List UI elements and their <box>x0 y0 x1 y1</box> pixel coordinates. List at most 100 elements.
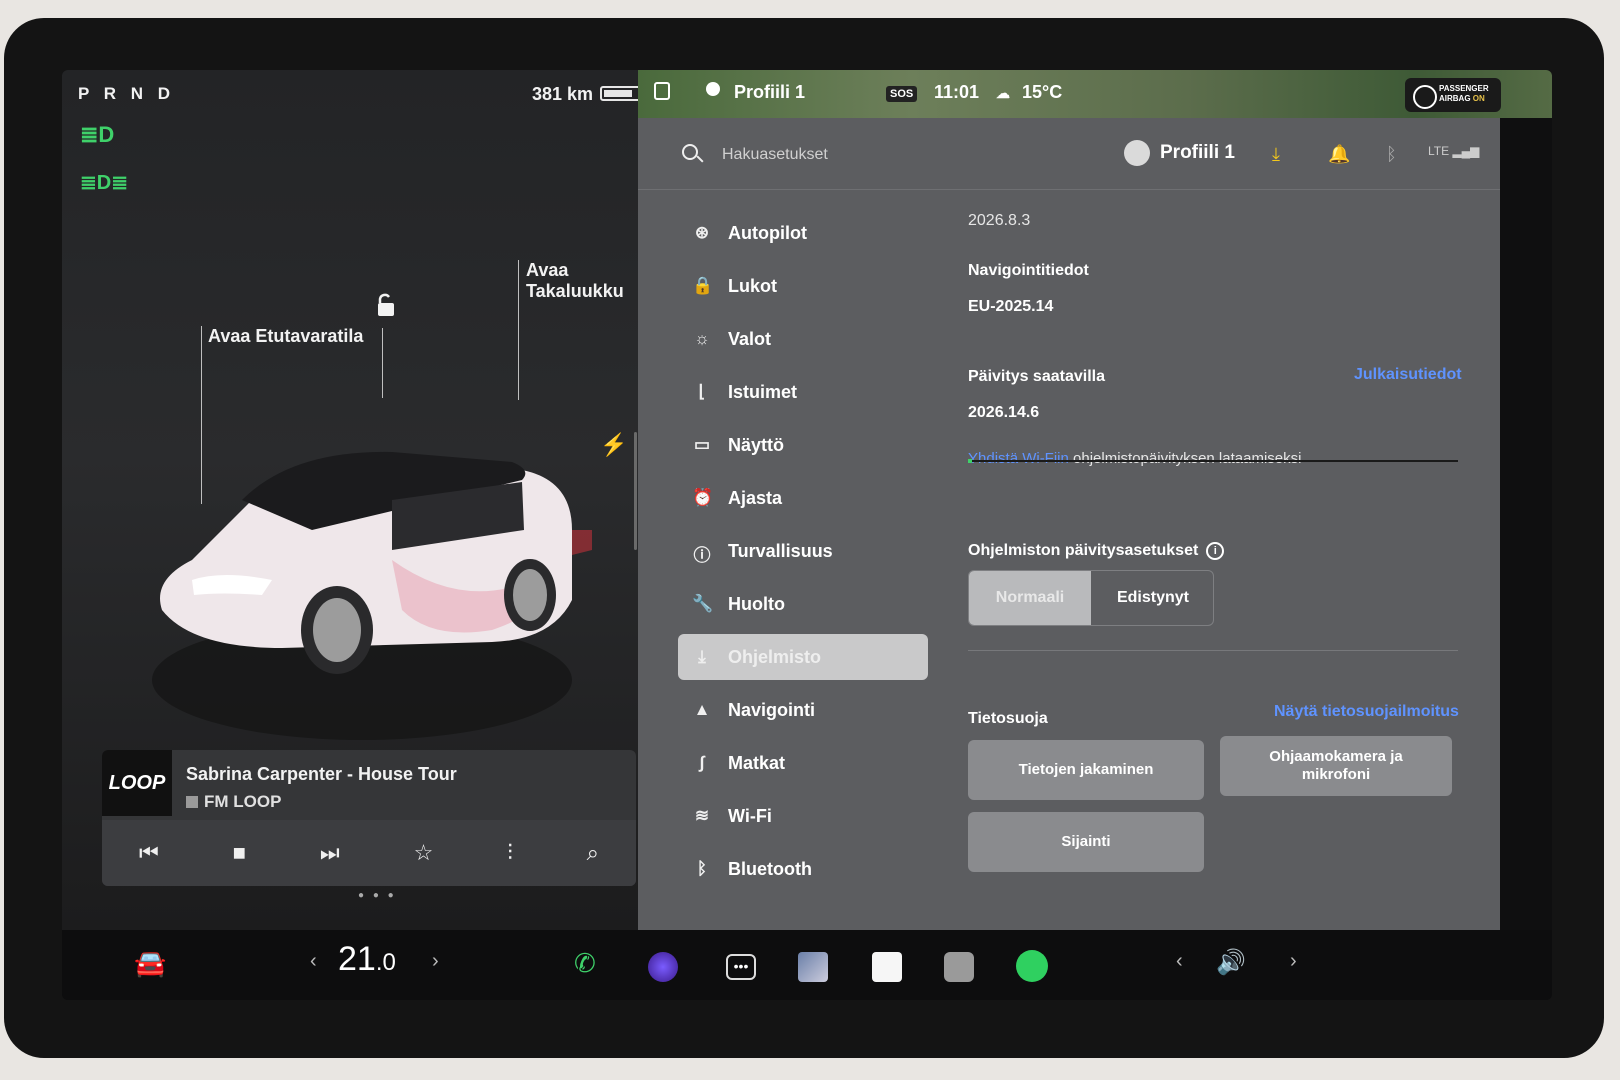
bluetooth-status-icon[interactable]: ᛒ <box>1386 144 1397 165</box>
cabin-camera-button[interactable]: Ohjaamokamera ja mikrofoni <box>1220 736 1452 796</box>
battery-icon <box>600 86 642 101</box>
trips-icon: ∫ <box>699 753 705 772</box>
passenger-airbag-status: PASSENGER AIRBAG ON <box>1405 78 1501 112</box>
section-divider <box>968 650 1458 651</box>
menu-item-matkat[interactable]: ∫ Matkat <box>678 740 928 786</box>
nav-data-version: EU-2025.14 <box>968 298 1054 315</box>
menu-item-istuimet[interactable]: ⌊ Istuimet <box>678 369 928 415</box>
charge-port-icon[interactable]: ⚡ <box>600 432 627 458</box>
menu-item-ajasta[interactable]: ⏰ Ajasta <box>678 475 928 521</box>
data-sharing-button[interactable]: Tietojen jakaminen <box>968 740 1204 800</box>
mode-advanced-option[interactable]: Edistynyt <box>1092 571 1214 625</box>
trunk-open-button[interactable]: Avaa Takaluukku <box>526 260 636 302</box>
menu-item-label: Ajasta <box>728 488 783 508</box>
airbag-line1: PASSENGER <box>1439 84 1489 93</box>
connect-wifi-link[interactable]: Yhdistä Wi-Fiin <box>968 450 1069 467</box>
profile-avatar-icon[interactable] <box>1124 140 1150 166</box>
menu-item-bluetooth[interactable]: ᛒ Bluetooth <box>678 846 928 892</box>
download-progress-bar <box>968 459 1458 463</box>
menu-item-ohjelmisto[interactable]: ⤓ Ohjelmisto <box>678 634 928 680</box>
next-track-icon[interactable]: ⏭ <box>320 840 340 866</box>
menu-item-autopilot[interactable]: ⊛ Autopilot <box>678 210 928 256</box>
camera-app-icon[interactable] <box>648 952 678 982</box>
update-prefs-label: Ohjelmiston päivitysasetukset <box>968 542 1199 559</box>
current-version: 2026.8.3 <box>968 212 1031 229</box>
menu-item-navigointi[interactable]: ▲ Navigointi <box>678 687 928 733</box>
more-apps-icon[interactable]: ••• <box>726 954 756 980</box>
seat-icon: ⌊ <box>698 382 706 401</box>
profile-name[interactable]: Profiili 1 <box>1160 142 1235 164</box>
privacy-title: Tietosuoja <box>968 710 1048 727</box>
unlock-icon[interactable] <box>374 292 396 318</box>
volume-up-chevron-icon[interactable]: › <box>1290 950 1297 973</box>
cabin-temperature[interactable]: 21.0 <box>338 940 396 979</box>
wifi-prompt-text: ohjelmistopäivityksen lataamiseksi <box>1073 450 1302 467</box>
privacy-notice-link[interactable]: Näytä tietosuojailmoitus <box>1274 703 1459 721</box>
station-logo: LOOP <box>102 750 172 816</box>
lock-icon: 🔒 <box>692 276 714 295</box>
wifi-icon: ≋ <box>694 806 710 825</box>
sos-icon[interactable]: SOS <box>886 86 918 102</box>
sun-icon: ☼ <box>694 329 710 348</box>
maps-app-icon[interactable] <box>798 952 828 982</box>
wrench-icon: 🔧 <box>692 594 714 613</box>
download-update-icon[interactable]: ⤓ <box>1272 144 1280 165</box>
search-icon[interactable] <box>682 144 698 160</box>
volume-icon[interactable]: 🔊 <box>1216 948 1246 977</box>
temp-up-chevron-icon[interactable]: › <box>432 950 439 973</box>
frunk-open-button[interactable]: Avaa Etutavaratila <box>208 326 363 347</box>
menu-item-lukot[interactable]: 🔒 Lukot <box>678 263 928 309</box>
phone-icon[interactable]: ✆ <box>574 948 596 979</box>
menu-item-turvallisuus[interactable]: ⓘ Turvallisuus <box>678 528 928 574</box>
trunk-pointer-line <box>518 260 519 400</box>
menu-item-label: Navigointi <box>728 700 816 720</box>
update-version: 2026.14.6 <box>968 404 1040 421</box>
update-mode-selector: Normaali Edistynyt <box>968 570 1214 626</box>
settings-topbar: Hakuasetukset Profiili 1 ⤓ 🔔 ᛒ LTE ▂▄▆ <box>638 118 1500 190</box>
map-profile-name[interactable]: Profiili 1 <box>734 82 805 103</box>
lte-signal-icon: LTE ▂▄▆ <box>1428 144 1480 158</box>
menu-item-label: Ohjelmisto <box>728 647 822 667</box>
equalizer-icon[interactable]: ⫶ <box>507 840 513 866</box>
navigation-arrow-icon: ▲ <box>693 700 711 719</box>
menu-item-valot[interactable]: ☼ Valot <box>678 316 928 362</box>
search-icon[interactable]: ⌕ <box>587 840 599 866</box>
mode-normal-option[interactable]: Normaali <box>969 571 1091 625</box>
station-name: FM LOOP <box>186 792 281 812</box>
settings-search-input[interactable]: Hakuasetukset <box>722 146 828 164</box>
page-dots: ● ● ● <box>358 890 397 901</box>
track-title: Sabrina Carpenter - House Tour <box>186 764 457 784</box>
temp-decimal: .0 <box>375 949 396 976</box>
release-notes-link[interactable]: Julkaisutiedot <box>1354 366 1462 384</box>
menu-item-label: Huolto <box>728 594 785 614</box>
airbag-line2: AIRBAG <box>1439 94 1471 103</box>
update-available-title: Päivitys saatavilla <box>968 368 1105 385</box>
unlock-status-icon <box>654 82 670 100</box>
notification-bell-icon[interactable]: 🔔 <box>1328 144 1350 165</box>
menu-item-huolto[interactable]: 🔧 Huolto <box>678 581 928 627</box>
temp-down-chevron-icon[interactable]: ‹ <box>310 950 317 973</box>
dashcam-app-icon[interactable] <box>944 952 974 982</box>
temp-integer: 21 <box>338 940 376 978</box>
car-icon[interactable]: 🚘 <box>134 948 166 979</box>
volume-down-chevron-icon[interactable]: ‹ <box>1176 950 1183 973</box>
menu-item-n-ytt-[interactable]: ▭ Näyttö <box>678 422 928 468</box>
notes-app-icon[interactable] <box>872 952 902 982</box>
alert-circle-icon: ⓘ <box>693 546 711 565</box>
info-icon[interactable]: i <box>1206 542 1225 560</box>
stop-icon[interactable]: ■ <box>233 840 246 866</box>
location-button[interactable]: Sijainti <box>968 812 1204 872</box>
menu-item-wi-fi[interactable]: ≋ Wi-Fi <box>678 793 928 839</box>
bottom-dock: 🚘 ‹ 21.0 › ✆ ••• ‹ 🔊 › <box>62 930 1552 1000</box>
update-prefs-title: Ohjelmiston päivitysasetukset i <box>968 542 1225 560</box>
previous-track-icon[interactable]: ⏮ <box>139 840 159 866</box>
menu-item-label: Bluetooth <box>728 859 812 879</box>
favorite-star-icon[interactable]: ☆ <box>414 840 434 866</box>
steering-wheel-icon: ⊛ <box>694 223 710 242</box>
menu-item-label: Turvallisuus <box>728 541 833 561</box>
media-player: LOOP Sabrina Carpenter - House Tour FM L… <box>102 750 636 886</box>
outside-temperature: 15°C <box>1022 82 1063 102</box>
media-controls: ⏮ ■ ⏭ ☆ ⫶ ⌕ <box>102 820 636 886</box>
nav-data-title: Navigointitiedot <box>968 262 1089 279</box>
spotify-icon[interactable] <box>1016 950 1048 982</box>
